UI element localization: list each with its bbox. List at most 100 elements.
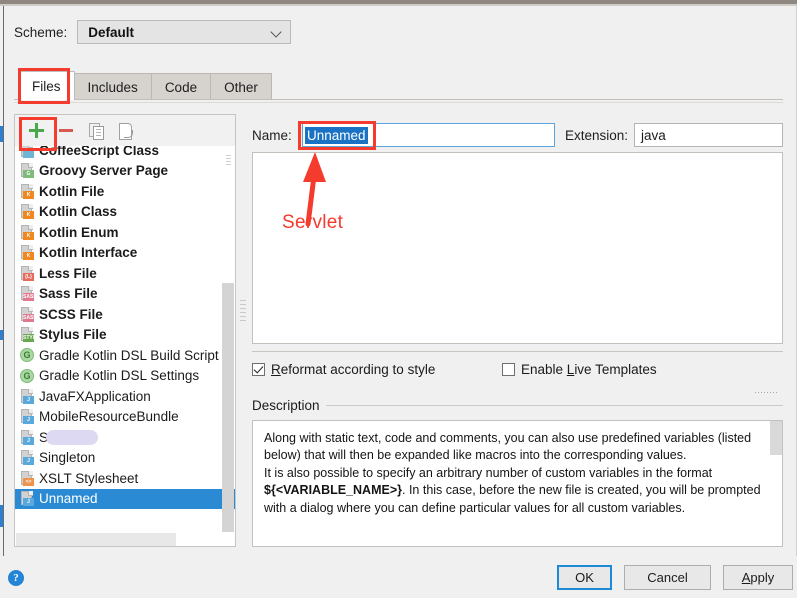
reformat-checkbox-label: Reformat according to style: [271, 362, 436, 377]
cancel-button[interactable]: Cancel: [624, 565, 711, 590]
description-box: Along with static text, code and comment…: [252, 420, 783, 547]
tab-bar: Files Includes Code Other: [18, 71, 272, 100]
tab-underline: [14, 99, 783, 100]
plus-icon: [28, 123, 44, 138]
scheme-dropdown[interactable]: Default: [77, 20, 292, 44]
window-top-strip-2: [0, 4, 797, 6]
tab-other[interactable]: Other: [210, 73, 272, 100]
list-item-label: Kotlin Enum: [39, 224, 119, 240]
list-item[interactable]: K Kotlin Interface: [15, 243, 235, 264]
ok-button[interactable]: OK: [557, 565, 612, 590]
list-item[interactable]: CoffeeScript Class: [15, 146, 235, 161]
less-file-icon: {L}: [20, 265, 34, 281]
add-template-button[interactable]: [21, 118, 51, 144]
stylus-file-icon: STYL: [20, 327, 36, 343]
scheme-row: Scheme: Default: [14, 20, 292, 44]
panel-splitter[interactable]: [240, 300, 246, 350]
kotlin-file-icon: K: [20, 204, 34, 220]
list-item[interactable]: G Gradle Kotlin DSL Settings: [15, 366, 235, 387]
kotlin-file-icon: K: [20, 224, 34, 240]
list-item-label: Groovy Server Page: [39, 163, 169, 179]
list-item-label: CoffeeScript Class: [39, 146, 160, 158]
live-templates-checkbox-label: Enable Live Templates: [521, 362, 657, 377]
checkbox-box-unchecked: [502, 363, 515, 376]
name-input[interactable]: Unnamed: [302, 123, 555, 147]
description-paragraph-2a: It is also possible to specify an arbitr…: [264, 465, 713, 480]
gradle-circle-icon: G: [20, 368, 34, 383]
template-list-vscrollbar-thumb[interactable]: [222, 283, 234, 532]
list-item-label: Gradle Kotlin DSL Build Script: [39, 347, 219, 363]
list-item-label: Kotlin Class: [39, 204, 118, 220]
list-item[interactable]: K Kotlin Class: [15, 202, 235, 223]
list-item[interactable]: G Gradle Kotlin DSL Build Script: [15, 345, 235, 366]
java-file-icon: J: [20, 450, 34, 466]
background-window-marker-2: [0, 330, 3, 340]
template-editor-area[interactable]: [252, 152, 783, 344]
copy-icon: [88, 123, 104, 140]
help-icon[interactable]: ?: [8, 570, 24, 586]
extension-input[interactable]: java: [634, 123, 783, 147]
groovy-file-icon: G: [20, 163, 34, 179]
checkbox-box-checked: [252, 363, 265, 376]
list-item-label: JavaFXApplication: [39, 388, 151, 404]
list-item-label: MobileResourceBundle: [39, 409, 179, 425]
list-item-label: Less File: [39, 265, 97, 281]
name-label: Name:: [252, 128, 292, 143]
java-file-icon: J: [20, 388, 34, 404]
list-item[interactable]: SASS SCSS File: [15, 304, 235, 325]
list-item[interactable]: JS: [15, 427, 235, 448]
background-window-marker-3: [0, 505, 3, 527]
list-item[interactable]: J JavaFXApplication: [15, 386, 235, 407]
list-item[interactable]: STYL Stylus File: [15, 325, 235, 346]
list-item-label: Kotlin Interface: [39, 245, 138, 261]
list-item[interactable]: SASS Sass File: [15, 284, 235, 305]
xslt-file-icon: <>: [20, 470, 34, 486]
copy-template-button[interactable]: [81, 118, 111, 144]
sass-file-icon: SASS: [20, 286, 37, 302]
list-item[interactable]: {L} Less File: [15, 263, 235, 284]
options-row: Reformat according to style Enable Live …: [252, 362, 783, 393]
list-item[interactable]: G Groovy Server Page: [15, 161, 235, 182]
list-item-label: Sass File: [39, 286, 98, 302]
remove-template-button[interactable]: [51, 118, 81, 144]
description-legend: Description: [252, 398, 326, 413]
description-code-token: ${<VARIABLE_NAME>}: [264, 483, 403, 498]
list-item[interactable]: K Kotlin Enum: [15, 222, 235, 243]
tab-underline-2: [14, 102, 783, 103]
list-item[interactable]: K Kotlin File: [15, 181, 235, 202]
minus-icon: [59, 129, 73, 132]
focus-dots-icon: [755, 381, 781, 393]
reformat-checkbox[interactable]: Reformat according to style: [252, 362, 435, 377]
list-item-label: XSLT Stylesheet: [39, 470, 139, 486]
list-item-label: Kotlin File: [39, 183, 105, 199]
list-item[interactable]: J MobileResourceBundle: [15, 407, 235, 428]
template-list[interactable]: CoffeeScript Class G Groovy Server Page K Ko…: [15, 146, 235, 533]
list-item-label: Unnamed: [39, 491, 98, 507]
scheme-selected-value: Default: [88, 24, 135, 40]
kotlin-file-icon: K: [20, 245, 34, 261]
description-text: Along with static text, code and comment…: [253, 421, 782, 517]
list-item-label: SCSS File: [39, 306, 103, 322]
gradle-circle-icon: G: [20, 348, 34, 363]
list-item[interactable]: <> XSLT Stylesheet: [15, 468, 235, 489]
scheme-label: Scheme:: [14, 24, 68, 40]
template-list-hscrollbar-thumb[interactable]: [16, 533, 176, 546]
description-divider: [322, 405, 783, 406]
tab-includes[interactable]: Includes: [73, 73, 152, 100]
background-window-marker-1: [0, 126, 3, 142]
description-scrollbar-thumb[interactable]: [770, 421, 782, 455]
export-template-icon: [118, 122, 134, 140]
list-item[interactable]: J Unnamed: [15, 488, 235, 509]
kotlin-file-icon: K: [20, 183, 34, 199]
list-item-label: Singleton: [39, 450, 96, 466]
editor-bottom-divider: [252, 351, 783, 352]
tab-files[interactable]: Files: [18, 71, 75, 100]
live-templates-checkbox[interactable]: Enable Live Templates: [502, 362, 777, 393]
name-input-value: Unnamed: [305, 126, 368, 144]
export-template-button[interactable]: [111, 118, 141, 144]
list-resize-dots: [226, 155, 231, 167]
apply-button[interactable]: Apply: [723, 565, 793, 590]
list-item[interactable]: J Singleton: [15, 448, 235, 469]
list-item-label: Stylus File: [39, 327, 107, 343]
tab-code[interactable]: Code: [150, 73, 212, 100]
